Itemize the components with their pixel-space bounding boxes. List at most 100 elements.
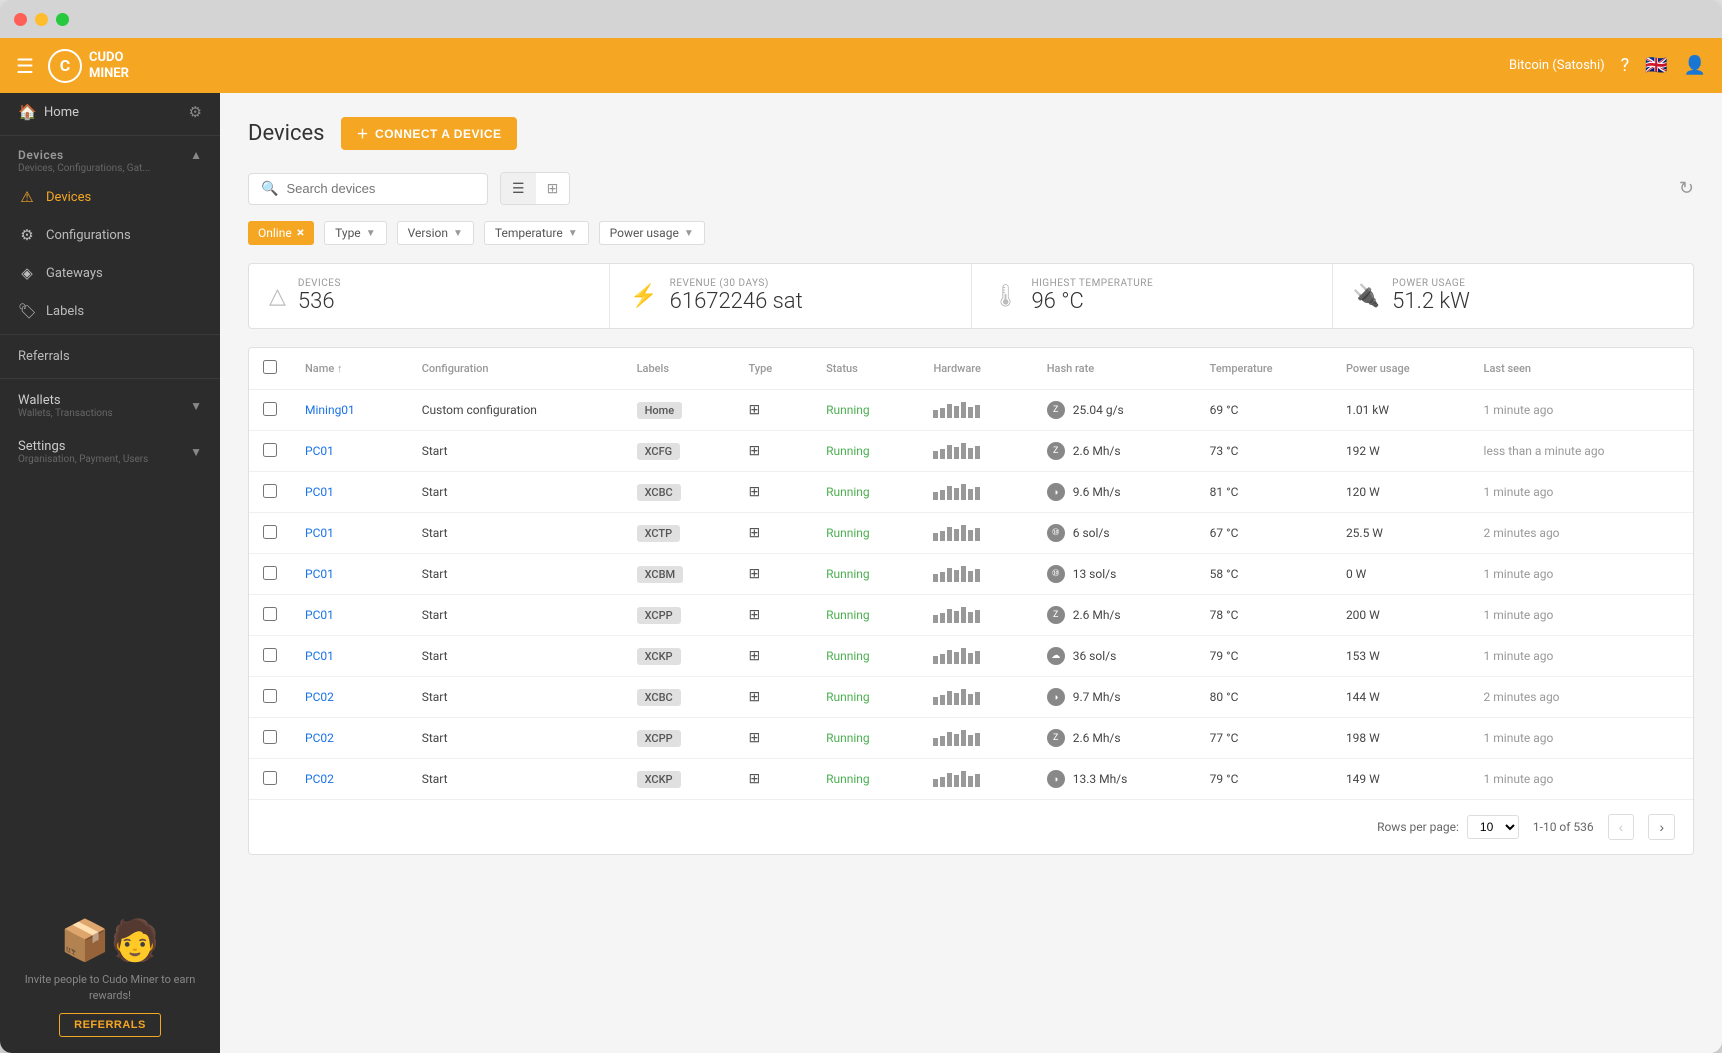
search-input[interactable] xyxy=(286,181,475,196)
row-select-checkbox[interactable] xyxy=(263,402,277,416)
row-name[interactable]: PC02 xyxy=(291,718,408,759)
row-checkbox[interactable] xyxy=(249,759,291,800)
row-checkbox[interactable] xyxy=(249,390,291,431)
row-checkbox[interactable] xyxy=(249,595,291,636)
row-name[interactable]: PC01 xyxy=(291,472,408,513)
sidebar-item-settings[interactable]: Settings Organisation, Payment, Users ▼ xyxy=(0,429,220,475)
sidebar-item-gateways[interactable]: ◈ Gateways xyxy=(0,254,220,292)
sidebar-item-devices[interactable]: ⚠ Devices xyxy=(0,178,220,216)
rows-per-page-select[interactable]: 10 25 50 xyxy=(1467,815,1519,839)
stat-revenue-icon: ⚡ xyxy=(630,284,657,309)
hashrate-value: 9.6 Mh/s xyxy=(1073,485,1121,499)
row-hashrate: ◑ 9.6 Mh/s xyxy=(1033,472,1196,513)
hamburger-icon[interactable]: ☰ xyxy=(16,54,34,78)
row-checkbox[interactable] xyxy=(249,677,291,718)
row-name[interactable]: PC02 xyxy=(291,677,408,718)
th-configuration: Configuration xyxy=(408,348,623,390)
sidebar-wallets-label: Wallets xyxy=(18,393,113,408)
version-filter-dropdown[interactable]: Version ▼ xyxy=(397,221,474,245)
row-checkbox[interactable] xyxy=(249,513,291,554)
sidebar-item-referrals[interactable]: Referrals xyxy=(0,339,220,374)
language-flag-icon[interactable]: 🇬🇧 xyxy=(1645,55,1667,76)
devices-table-container: Name ↑ Configuration Labels Type Status … xyxy=(248,347,1694,855)
close-button[interactable] xyxy=(14,13,27,26)
stat-devices-label: DEVICES xyxy=(298,278,341,289)
th-name[interactable]: Name ↑ xyxy=(291,348,408,390)
row-checkbox[interactable] xyxy=(249,554,291,595)
row-select-checkbox[interactable] xyxy=(263,648,277,662)
hardware-bars xyxy=(933,566,1018,582)
row-checkbox[interactable] xyxy=(249,431,291,472)
grid-view-button[interactable]: ⊞ xyxy=(536,173,570,204)
row-select-checkbox[interactable] xyxy=(263,566,277,580)
row-checkbox[interactable] xyxy=(249,636,291,677)
maximize-button[interactable] xyxy=(56,13,69,26)
row-temperature: 58 °C xyxy=(1196,554,1332,595)
online-filter-label: Online xyxy=(258,226,292,240)
row-power: 144 W xyxy=(1332,677,1470,718)
row-select-checkbox[interactable] xyxy=(263,525,277,539)
row-temperature: 80 °C xyxy=(1196,677,1332,718)
next-page-button[interactable]: › xyxy=(1648,814,1675,840)
connect-device-button[interactable]: ＋ CONNECT A DEVICE xyxy=(341,117,518,150)
prev-page-button[interactable]: ‹ xyxy=(1608,814,1635,840)
row-type: ⊞ xyxy=(734,431,812,472)
table-header-row: Name ↑ Configuration Labels Type Status … xyxy=(249,348,1693,390)
type-filter-dropdown[interactable]: Type ▼ xyxy=(324,221,386,245)
row-select-checkbox[interactable] xyxy=(263,771,277,785)
row-name[interactable]: PC01 xyxy=(291,636,408,677)
select-all-checkbox[interactable] xyxy=(263,360,277,374)
row-status: Running xyxy=(812,677,919,718)
user-icon[interactable]: 👤 xyxy=(1684,55,1706,76)
row-temperature: 67 °C xyxy=(1196,513,1332,554)
list-view-button[interactable]: ☰ xyxy=(501,173,536,204)
row-config: Start xyxy=(408,677,623,718)
stat-revenue-value: 61672246 sat xyxy=(670,289,803,314)
row-name[interactable]: Mining01 xyxy=(291,390,408,431)
search-icon: 🔍 xyxy=(261,181,278,197)
version-filter-arrow-icon: ▼ xyxy=(453,228,463,239)
row-checkbox[interactable] xyxy=(249,718,291,759)
hardware-bars xyxy=(933,730,1018,746)
row-name[interactable]: PC01 xyxy=(291,595,408,636)
sidebar-item-labels[interactable]: 🏷 Labels xyxy=(0,292,220,330)
hashrate-icon: Z xyxy=(1047,729,1065,747)
hashrate-value: 13.3 Mh/s xyxy=(1073,772,1128,786)
label-badge: XCTP xyxy=(637,525,681,542)
row-temperature: 78 °C xyxy=(1196,595,1332,636)
hashrate-value: 2.6 Mh/s xyxy=(1073,444,1121,458)
row-hashrate: Z 25.04 g/s xyxy=(1033,390,1196,431)
sidebar-home-label[interactable]: Home xyxy=(44,105,189,120)
row-name[interactable]: PC01 xyxy=(291,431,408,472)
row-select-checkbox[interactable] xyxy=(263,689,277,703)
online-filter-tag[interactable]: Online × xyxy=(248,221,314,245)
devices-chevron-icon[interactable]: ▲ xyxy=(190,148,202,162)
temperature-filter-dropdown[interactable]: Temperature ▼ xyxy=(484,221,589,245)
sidebar-settings-sub: Organisation, Payment, Users xyxy=(18,454,148,465)
help-icon[interactable]: ? xyxy=(1621,55,1630,76)
power-filter-dropdown[interactable]: Power usage ▼ xyxy=(599,221,705,245)
sidebar-item-wallets[interactable]: Wallets Wallets, Transactions ▼ xyxy=(0,383,220,429)
row-lastseen: 2 minutes ago xyxy=(1470,677,1693,718)
row-name[interactable]: PC01 xyxy=(291,554,408,595)
row-select-checkbox[interactable] xyxy=(263,484,277,498)
row-select-checkbox[interactable] xyxy=(263,443,277,457)
row-select-checkbox[interactable] xyxy=(263,607,277,621)
online-filter-close-icon[interactable]: × xyxy=(297,225,304,241)
table-row: Mining01 Custom configuration Home ⊞ Run… xyxy=(249,390,1693,431)
hashrate-value: 25.04 g/s xyxy=(1073,403,1124,417)
refresh-button[interactable]: ↻ xyxy=(1679,178,1694,199)
devices-group-subtitle: Devices, Configurations, Gat... xyxy=(18,163,202,174)
referrals-promo-button[interactable]: REFERRALS xyxy=(59,1013,161,1037)
logo-text: CUDOMINER xyxy=(89,50,129,81)
row-name[interactable]: PC01 xyxy=(291,513,408,554)
row-select-checkbox[interactable] xyxy=(263,730,277,744)
minimize-button[interactable] xyxy=(35,13,48,26)
row-hardware xyxy=(919,390,1032,431)
row-config: Custom configuration xyxy=(408,390,623,431)
sidebar-item-configurations[interactable]: ⚙ Configurations xyxy=(0,216,220,254)
row-checkbox[interactable] xyxy=(249,472,291,513)
settings-gear-icon[interactable]: ⚙ xyxy=(189,103,202,121)
row-name[interactable]: PC02 xyxy=(291,759,408,800)
row-power: 0 W xyxy=(1332,554,1470,595)
